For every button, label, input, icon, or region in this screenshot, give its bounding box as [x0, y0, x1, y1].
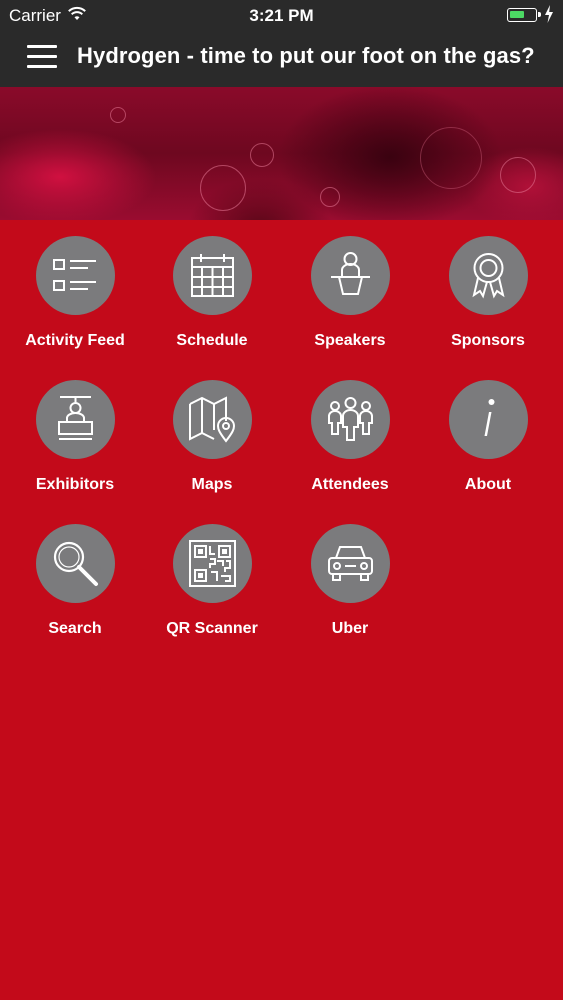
menu-item-label: Maps [191, 476, 233, 493]
menu-item-label: About [464, 476, 512, 493]
speaker-podium-icon [311, 236, 390, 315]
menu-item-about[interactable]: About [419, 364, 557, 504]
clock: 3:21 PM [249, 6, 314, 25]
menu-item-exhibitors[interactable]: Exhibitors [6, 364, 144, 504]
car-icon [311, 524, 390, 603]
menu-item-speakers[interactable]: Speakers [281, 220, 419, 360]
menu-item-label: Exhibitors [35, 476, 115, 493]
menu-item-uber[interactable]: Uber [281, 508, 419, 648]
menu-item-label: Speakers [314, 332, 386, 349]
menu-item-label: QR Scanner [166, 620, 258, 637]
menu-item-label: Schedule [176, 332, 248, 349]
award-ribbon-icon [449, 236, 528, 315]
magnifier-icon [36, 524, 115, 603]
info-icon [449, 380, 528, 459]
map-pin-icon [173, 380, 252, 459]
event-banner-image [0, 87, 563, 220]
battery-icon [507, 8, 541, 22]
menu-item-label: Uber [331, 620, 369, 637]
status-bar: Carrier 3:21 PM [0, 0, 563, 30]
page-title: Hydrogen - time to put our foot on the g… [77, 43, 535, 68]
menu-item-activity-feed[interactable]: Activity Feed [6, 220, 144, 360]
exhibitor-booth-icon [36, 380, 115, 459]
menu-item-sponsors[interactable]: Sponsors [419, 220, 557, 360]
menu-item-attendees[interactable]: Attendees [281, 364, 419, 504]
people-group-icon [311, 380, 390, 459]
menu-item-schedule[interactable]: Schedule [143, 220, 281, 360]
activity-feed-icon [36, 236, 115, 315]
menu-item-qr-scanner[interactable]: QR Scanner [143, 508, 281, 648]
menu-item-label: Attendees [311, 476, 389, 493]
calendar-icon [173, 236, 252, 315]
qr-code-icon [173, 524, 252, 603]
menu-item-label: Search [48, 620, 102, 637]
charging-bolt-icon [545, 5, 553, 23]
nav-bar: Hydrogen - time to put our foot on the g… [0, 30, 563, 87]
menu-item-label: Sponsors [451, 332, 525, 349]
hamburger-menu-icon[interactable] [27, 45, 57, 69]
menu-item-maps[interactable]: Maps [143, 364, 281, 504]
menu-item-search[interactable]: Search [6, 508, 144, 648]
menu-item-label: Activity Feed [25, 332, 125, 349]
